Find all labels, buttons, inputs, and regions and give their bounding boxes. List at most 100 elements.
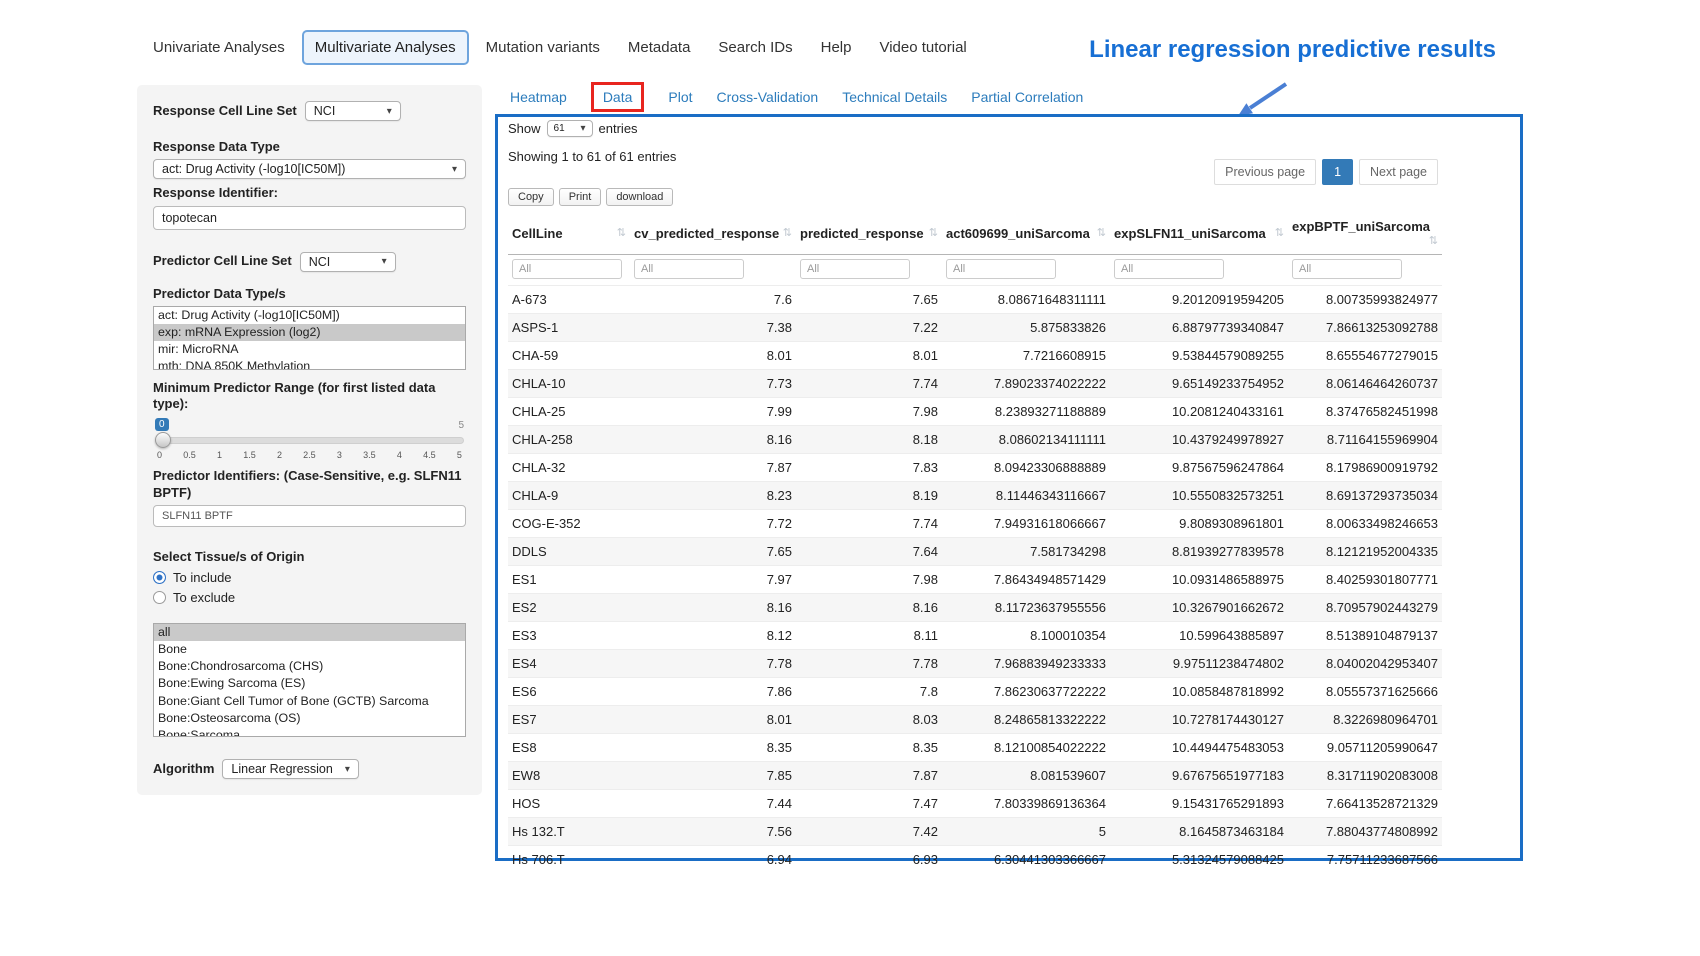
table-row[interactable]: EW87.857.878.0815396079.676756519771838.…	[508, 762, 1442, 790]
predictor-data-type-listbox[interactable]: act: Drug Activity (-log10[IC50M])exp: m…	[153, 306, 466, 370]
table-row[interactable]: HOS7.447.477.803398691363649.15431765291…	[508, 790, 1442, 818]
table-row[interactable]: Hs 706.T6.946.936.304413033666675.313245…	[508, 846, 1442, 874]
page-1-button[interactable]: 1	[1322, 159, 1353, 185]
radio-to-exclude[interactable]: To exclude	[153, 590, 466, 605]
tissue-listbox[interactable]: allBoneBone:Chondrosarcoma (CHS)Bone:Ewi…	[153, 623, 466, 737]
filter-input-cellline[interactable]	[512, 259, 622, 279]
download-button[interactable]: download	[606, 188, 673, 206]
response-cell-line-set-label: Response Cell Line Set	[153, 103, 297, 119]
nav-item-univariate-analyses[interactable]: Univariate Analyses	[142, 32, 296, 63]
print-button[interactable]: Print	[559, 188, 602, 206]
min-range-slider[interactable]: 0 5 00.511.522.533.544.55	[155, 418, 464, 462]
table-row[interactable]: CHLA-2588.168.188.0860213411111110.43792…	[508, 426, 1442, 454]
column-header-expslfn11-unisarcoma[interactable]: expSLFN11_uniSarcoma⇅	[1110, 212, 1288, 255]
value-cell: 7.99	[630, 398, 796, 426]
tab-plot[interactable]: Plot	[668, 89, 692, 105]
showing-entries-text: Showing 1 to 61 of 61 entries	[508, 149, 676, 164]
tab-cross-validation[interactable]: Cross-Validation	[717, 89, 819, 105]
table-row[interactable]: ASPS-17.387.225.8758338266.8879773934084…	[508, 314, 1442, 342]
table-row[interactable]: ES67.867.87.8623063772222210.08584878189…	[508, 678, 1442, 706]
table-row[interactable]: COG-E-3527.727.747.949316180666679.80893…	[508, 510, 1442, 538]
filter-input-expbptf-unisarcoma[interactable]	[1292, 259, 1402, 279]
value-cell: 7.94931618066667	[942, 510, 1110, 538]
predictor-data-type-option[interactable]: mth: DNA 850K Methylation	[154, 358, 465, 370]
value-cell: 9.67675651977183	[1110, 762, 1288, 790]
filter-input-predicted-response[interactable]	[800, 259, 910, 279]
table-row[interactable]: ES47.787.787.968839492333339.97511238474…	[508, 650, 1442, 678]
radio-to-include[interactable]: To include	[153, 570, 466, 585]
predictor-data-type-option[interactable]: act: Drug Activity (-log10[IC50M])	[154, 307, 465, 324]
value-cell: 8.81939277839578	[1110, 538, 1288, 566]
response-identifier-input[interactable]	[153, 206, 466, 230]
table-row[interactable]: CHLA-327.877.838.094233068888899.8756759…	[508, 454, 1442, 482]
sort-icon[interactable]: ⇅	[1097, 226, 1106, 239]
table-row[interactable]: ES78.018.038.2486581332222210.7278174430…	[508, 706, 1442, 734]
predictor-cell-line-set-select[interactable]: NCI ▾	[300, 252, 396, 272]
column-header-predicted-response[interactable]: predicted_response⇅	[796, 212, 942, 255]
value-cell: 7.44	[630, 790, 796, 818]
filter-input-expslfn11-unisarcoma[interactable]	[1114, 259, 1224, 279]
tab-data[interactable]: Data	[591, 82, 645, 112]
slider-handle[interactable]	[155, 432, 171, 448]
response-cell-line-set-select[interactable]: NCI ▾	[305, 101, 401, 121]
tissue-option[interactable]: Bone:Ewing Sarcoma (ES)	[154, 675, 465, 692]
column-header-expbptf-unisarcoma[interactable]: expBPTF_uniSarcoma⇅	[1288, 212, 1442, 255]
column-header-act609699-unisarcoma[interactable]: act609699_uniSarcoma⇅	[942, 212, 1110, 255]
table-row[interactable]: ES88.358.358.1210085402222210.4494475483…	[508, 734, 1442, 762]
predictor-data-type-option[interactable]: mir: MicroRNA	[154, 341, 465, 358]
value-cell: 7.38	[630, 314, 796, 342]
filter-input-act609699-unisarcoma[interactable]	[946, 259, 1056, 279]
sort-icon[interactable]: ⇅	[929, 226, 938, 239]
nav-item-multivariate-analyses[interactable]: Multivariate Analyses	[302, 30, 469, 65]
sort-icon[interactable]: ⇅	[783, 226, 792, 239]
tab-partial-correlation[interactable]: Partial Correlation	[971, 89, 1083, 105]
value-cell: 8.51389104879137	[1288, 622, 1442, 650]
table-row[interactable]: CHLA-98.238.198.1144634311666710.5550832…	[508, 482, 1442, 510]
tissue-option[interactable]: Bone:Chondrosarcoma (CHS)	[154, 658, 465, 675]
copy-button[interactable]: Copy	[508, 188, 554, 206]
table-row[interactable]: ES28.168.168.1172363795555610.3267901662…	[508, 594, 1442, 622]
sort-icon[interactable]: ⇅	[1429, 234, 1438, 247]
slider-track[interactable]	[155, 437, 464, 444]
value-cell: 7.56	[630, 818, 796, 846]
column-header-cellline[interactable]: CellLine⇅	[508, 212, 630, 255]
sort-icon[interactable]: ⇅	[1275, 226, 1284, 239]
table-row[interactable]: ES17.977.987.8643494857142910.0931486588…	[508, 566, 1442, 594]
tissue-option[interactable]: all	[154, 624, 465, 641]
column-header-cv-predicted-response[interactable]: cv_predicted_response⇅	[630, 212, 796, 255]
previous-page-button[interactable]: Previous page	[1214, 159, 1316, 185]
table-row[interactable]: Hs 132.T7.567.4258.16458734631847.880437…	[508, 818, 1442, 846]
response-data-type-select[interactable]: act: Drug Activity (-log10[IC50M]) ▾	[153, 159, 466, 179]
tissue-option[interactable]: Bone:Giant Cell Tumor of Bone (GCTB) Sar…	[154, 693, 465, 710]
table-row[interactable]: DDLS7.657.647.5817342988.819392778395788…	[508, 538, 1442, 566]
nav-item-video-tutorial[interactable]: Video tutorial	[868, 32, 977, 63]
tissue-option[interactable]: Bone:Osteosarcoma (OS)	[154, 710, 465, 727]
nav-item-help[interactable]: Help	[810, 32, 863, 63]
table-row[interactable]: CHLA-107.737.747.890233740222229.6514923…	[508, 370, 1442, 398]
table-row[interactable]: A-6737.67.658.086716483111119.2012091959…	[508, 286, 1442, 314]
nav-item-search-ids[interactable]: Search IDs	[707, 32, 803, 63]
entries-count-select[interactable]: 61 ▾	[547, 120, 593, 137]
table-row[interactable]: CHLA-257.997.988.2389327118888910.208124…	[508, 398, 1442, 426]
nav-item-mutation-variants[interactable]: Mutation variants	[475, 32, 611, 63]
table-wrap: CellLine⇅cv_predicted_response⇅predicted…	[508, 212, 1442, 873]
value-cell: 9.53844579089255	[1110, 342, 1288, 370]
table-row[interactable]: ES38.128.118.10001035410.5996438858978.5…	[508, 622, 1442, 650]
algorithm-select[interactable]: Linear Regression ▾	[222, 759, 358, 779]
predictor-data-type-option[interactable]: exp: mRNA Expression (log2)	[154, 324, 465, 341]
table-row[interactable]: CHA-598.018.017.72166089159.538445790892…	[508, 342, 1442, 370]
value-cell: 7.72	[630, 510, 796, 538]
value-cell: 7.87	[796, 762, 942, 790]
predictor-identifiers-input[interactable]	[153, 505, 466, 527]
tissue-option[interactable]: Bone:Sarcoma	[154, 727, 465, 737]
tissue-option[interactable]: Bone	[154, 641, 465, 658]
tab-heatmap[interactable]: Heatmap	[510, 89, 567, 105]
nav-item-metadata[interactable]: Metadata	[617, 32, 702, 63]
next-page-button[interactable]: Next page	[1359, 159, 1438, 185]
value-cell: 8.40259301807771	[1288, 566, 1442, 594]
filter-input-cv-predicted-response[interactable]	[634, 259, 744, 279]
value-cell: 6.30441303366667	[942, 846, 1110, 874]
value-cell: 7.98	[796, 566, 942, 594]
sort-icon[interactable]: ⇅	[617, 226, 626, 239]
tab-technical-details[interactable]: Technical Details	[842, 89, 947, 105]
